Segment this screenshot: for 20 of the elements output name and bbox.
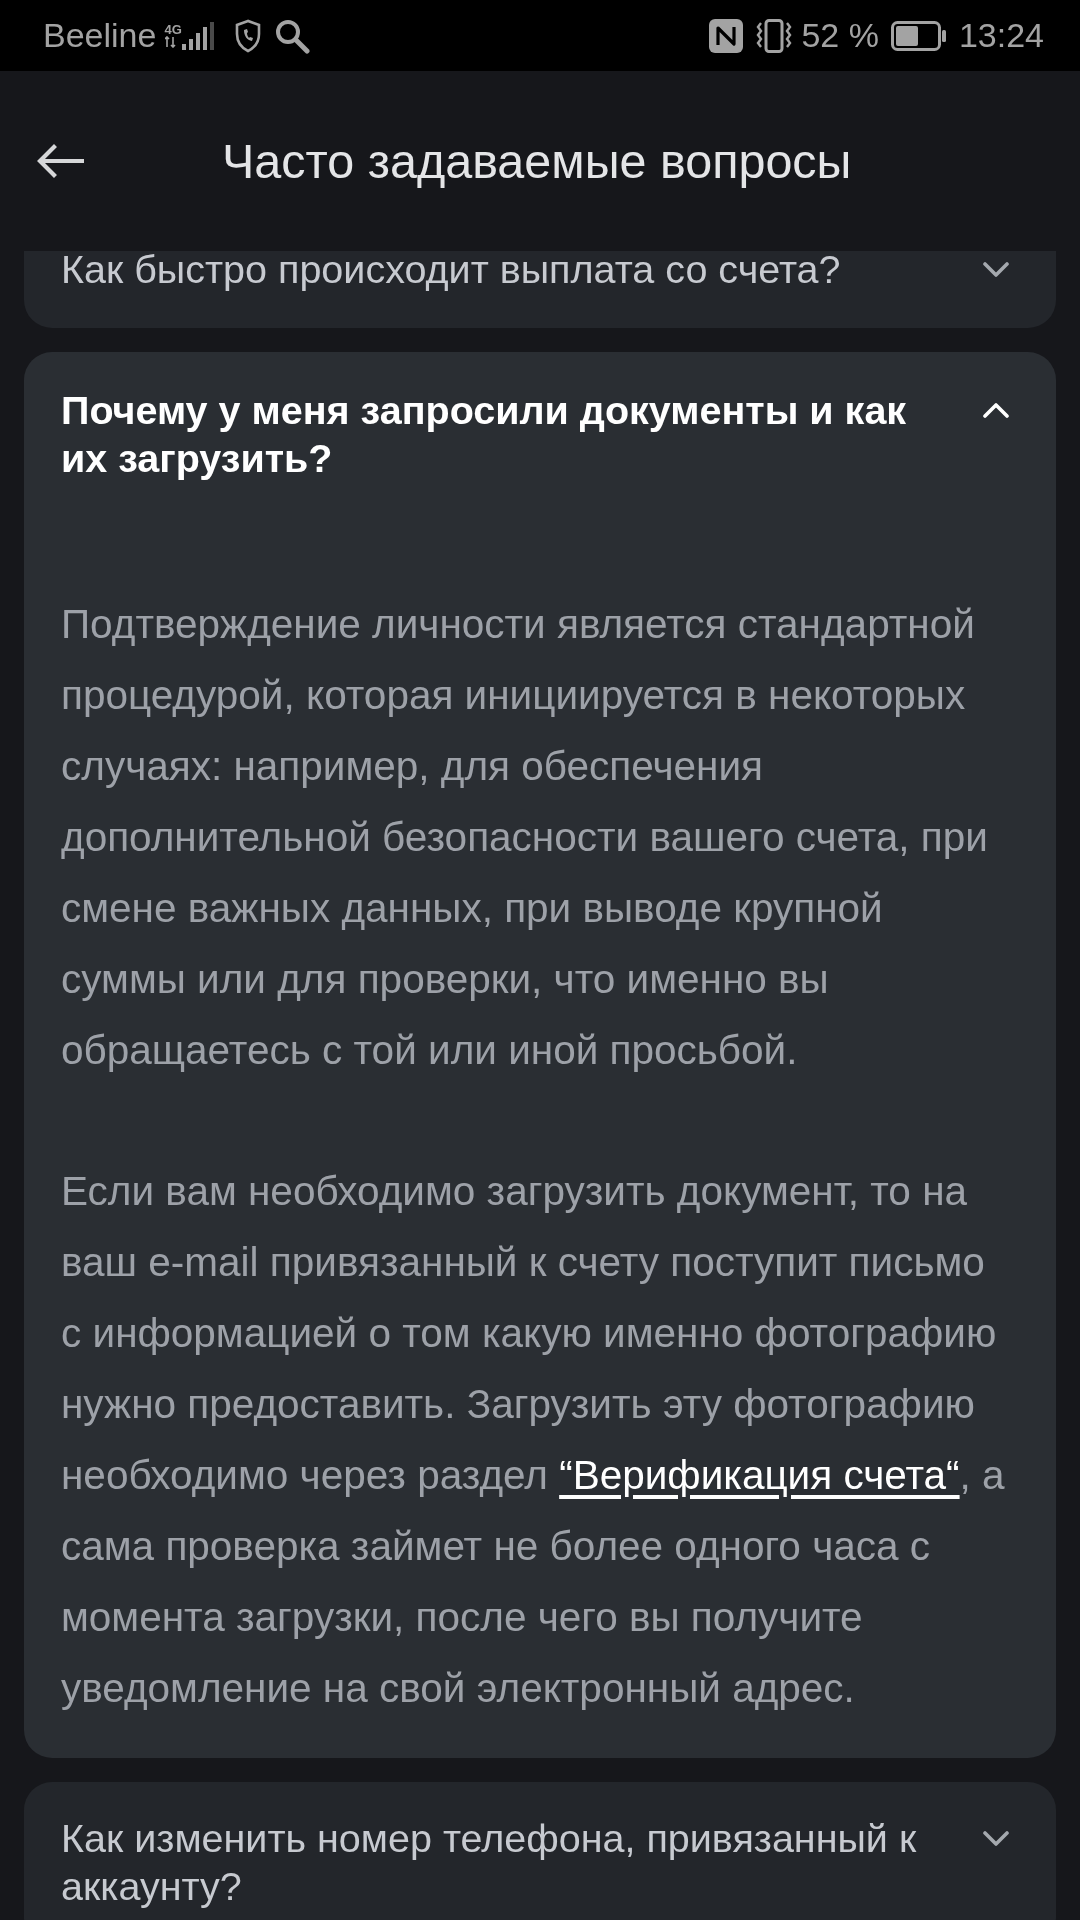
answer-paragraph: Если вам необходимо загрузить документ, то на ваш e-mail привязанный к счету поступит письмо с информацией о том какую именно фотографию нужно предоставить. Загрузить эту фотографию необходимо через раздел “Верификация счета“, а сама проверка займет не более одного часа с момента загрузки, после чего вы получите уведомление на свой электронный адрес. bbox=[61, 1167, 1006, 1713]
screen-title: Часто задаваемые вопросы bbox=[222, 132, 852, 190]
shield-icon bbox=[233, 18, 262, 53]
carrier-name: Beeline bbox=[43, 15, 157, 56]
verification-link[interactable]: “Верификация счета“ bbox=[559, 1452, 960, 1498]
clock-time: 13:24 bbox=[958, 15, 1044, 56]
chevron-down-icon[interactable] bbox=[983, 261, 1009, 278]
network-type-label: 4G bbox=[164, 23, 182, 36]
battery-percent: 52 % bbox=[801, 15, 879, 56]
faq-question[interactable]: Как изменить номер телефона, привязанный к аккаунту? bbox=[61, 1814, 958, 1910]
signal-icon bbox=[181, 21, 216, 50]
answer-paragraph: Подтверждение личности является стандартной процедурой, которая инициируется в некоторых случаях: например, для обеспечения дополнительной безопасности вашего счета, при смене важных данных, при выводе крупной суммы или для проверки, что именно вы обращаетесь с той или иной просьбой. bbox=[61, 600, 989, 1075]
search-icon bbox=[273, 17, 310, 54]
chevron-up-icon[interactable] bbox=[983, 402, 1009, 419]
chevron-down-icon[interactable] bbox=[983, 1830, 1009, 1847]
faq-question[interactable]: Почему у меня запросили документы и как их загрузить? bbox=[61, 386, 958, 482]
faq-question[interactable]: Как быстро происходит выплата со счета? bbox=[61, 251, 958, 293]
nfc-icon bbox=[709, 18, 744, 53]
back-arrow-icon[interactable] bbox=[36, 144, 84, 178]
battery-icon bbox=[890, 20, 947, 51]
